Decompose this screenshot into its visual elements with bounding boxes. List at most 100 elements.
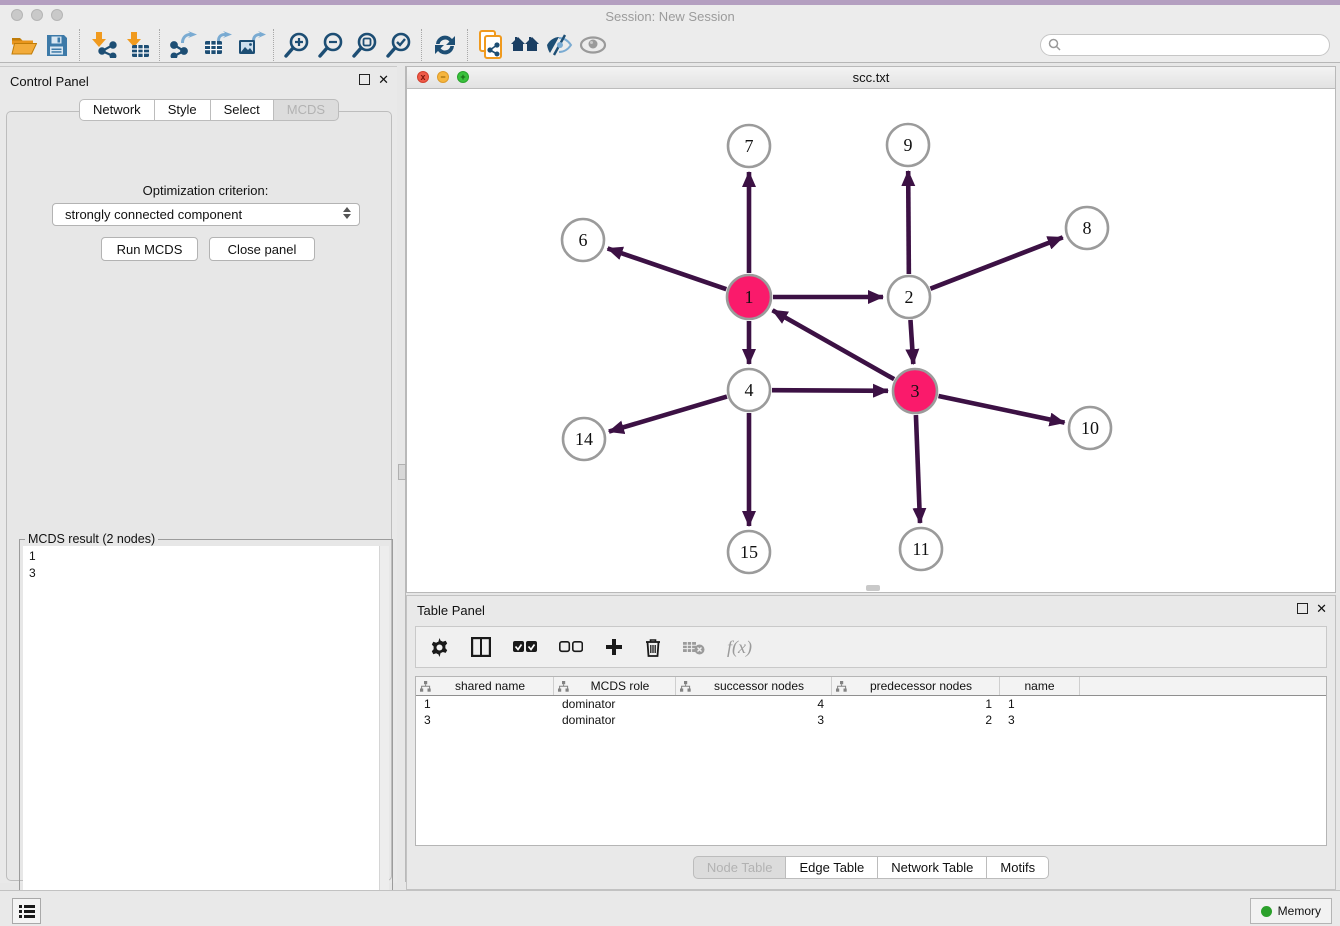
- edge-3-11[interactable]: [916, 415, 920, 523]
- unchecked-boxes-icon: [559, 641, 583, 653]
- edge-4-14[interactable]: [609, 397, 727, 432]
- panel-splitter[interactable]: [397, 66, 406, 882]
- tab-mcds[interactable]: MCDS: [274, 99, 339, 121]
- tab-motifs[interactable]: Motifs: [987, 856, 1049, 879]
- export-table-icon: [203, 31, 232, 58]
- toolbar-separator: [273, 29, 275, 61]
- graph-node-label-8: 8: [1083, 218, 1092, 238]
- zoom-out-button[interactable]: [314, 30, 348, 60]
- tab-edge-table[interactable]: Edge Table: [786, 856, 878, 879]
- delete-table-button-disabled: [683, 640, 705, 655]
- tab-node-table[interactable]: Node Table: [693, 856, 787, 879]
- tab-network[interactable]: Network: [79, 99, 155, 121]
- trash-icon: [645, 638, 661, 657]
- table-row[interactable]: 3dominator323: [416, 712, 1326, 728]
- result-scrollbar[interactable]: [379, 546, 389, 918]
- run-mcds-button[interactable]: Run MCDS: [101, 237, 198, 261]
- edge-2-3[interactable]: [910, 320, 913, 364]
- graph-node-label-2: 2: [905, 287, 914, 307]
- close-panel-button[interactable]: Close panel: [209, 237, 315, 261]
- table-cell: 3: [676, 713, 832, 727]
- table-header-row: shared nameMCDS rolesuccessor nodesprede…: [416, 677, 1326, 696]
- task-history-button[interactable]: [12, 898, 41, 924]
- edge-1-6[interactable]: [608, 248, 727, 289]
- mcds-result-text: 1 3: [29, 548, 36, 582]
- status-bar: Memory: [0, 890, 1340, 926]
- memory-status-icon: [1261, 906, 1272, 917]
- network-graph-canvas[interactable]: 7968124314101511: [407, 88, 1335, 592]
- column-type-icon: [680, 681, 691, 692]
- control-panel: Control Panel ✕ Network Style Select MCD…: [0, 66, 397, 883]
- close-panel-icon[interactable]: ✕: [1316, 604, 1327, 613]
- mcds-result-textarea[interactable]: 1 3: [23, 546, 389, 918]
- float-panel-icon[interactable]: [1297, 603, 1308, 614]
- zoom-selected-icon: [385, 31, 413, 59]
- save-session-button[interactable]: [40, 30, 74, 60]
- edge-3-1[interactable]: [772, 310, 894, 379]
- control-panel-tabs: Network Style Select MCDS: [79, 99, 339, 121]
- apply-layout-button[interactable]: [428, 30, 462, 60]
- graph-node-label-9: 9: [904, 135, 913, 155]
- toolbar-separator: [159, 29, 161, 61]
- network-hscroll-thumb[interactable]: [866, 585, 880, 591]
- zoom-selected-button[interactable]: [382, 30, 416, 60]
- export-image-button[interactable]: [234, 30, 268, 60]
- gear-icon: [430, 638, 449, 657]
- column-header-predecessor-nodes[interactable]: predecessor nodes: [832, 677, 1000, 695]
- graph-node-label-11: 11: [912, 539, 929, 559]
- graph-node-label-10: 10: [1081, 418, 1099, 438]
- import-table-button[interactable]: [120, 30, 154, 60]
- network-from-selection-button[interactable]: [474, 30, 508, 60]
- criterion-value: strongly connected component: [65, 207, 242, 222]
- home-button[interactable]: [508, 30, 542, 60]
- tab-style[interactable]: Style: [155, 99, 211, 121]
- control-panel-title: Control Panel: [10, 74, 89, 89]
- search-field[interactable]: [1040, 34, 1330, 56]
- mcds-panel-card: Network Style Select MCDS Optimization c…: [6, 111, 392, 881]
- deselect-all-button[interactable]: [559, 641, 583, 653]
- table-row[interactable]: 1dominator411: [416, 696, 1326, 712]
- edge-2-9[interactable]: [908, 171, 909, 274]
- export-network-button[interactable]: [166, 30, 200, 60]
- edge-2-8[interactable]: [930, 237, 1062, 288]
- show-graphics-details-button[interactable]: [542, 30, 576, 60]
- zoom-in-button[interactable]: [280, 30, 314, 60]
- column-header-MCDS-role[interactable]: MCDS role: [554, 677, 676, 695]
- column-header-name[interactable]: name: [1000, 677, 1080, 695]
- add-column-button[interactable]: [605, 638, 623, 656]
- export-image-icon: [237, 31, 266, 58]
- tab-network-table[interactable]: Network Table: [878, 856, 987, 879]
- node-table[interactable]: shared nameMCDS rolesuccessor nodesprede…: [415, 676, 1327, 846]
- open-session-button[interactable]: [6, 30, 40, 60]
- float-panel-icon[interactable]: [359, 74, 370, 85]
- table-cell: 3: [416, 713, 554, 727]
- memory-button[interactable]: Memory: [1250, 898, 1332, 924]
- edge-4-3[interactable]: [772, 390, 888, 391]
- export-table-button[interactable]: [200, 30, 234, 60]
- table-settings-button[interactable]: [430, 638, 449, 657]
- mcds-result-title: MCDS result (2 nodes): [25, 532, 158, 546]
- select-all-button[interactable]: [513, 641, 537, 653]
- column-view-button[interactable]: [471, 637, 491, 657]
- edge-3-10[interactable]: [938, 396, 1064, 423]
- zoom-in-icon: [283, 31, 311, 59]
- eye-button[interactable]: [576, 30, 610, 60]
- column-header-successor-nodes[interactable]: successor nodes: [676, 677, 832, 695]
- tab-select[interactable]: Select: [211, 99, 274, 121]
- column-type-icon: [836, 681, 847, 692]
- plus-icon: [605, 638, 623, 656]
- app-titlebar: Session: New Session: [0, 5, 1340, 27]
- column-type-icon: [420, 681, 431, 692]
- splitter-handle[interactable]: [398, 464, 406, 480]
- column-header-shared-name[interactable]: shared name: [416, 677, 554, 695]
- close-panel-icon[interactable]: ✕: [378, 75, 389, 84]
- clone-network-file-icon: [477, 30, 505, 59]
- import-network-button[interactable]: [86, 30, 120, 60]
- criterion-dropdown[interactable]: strongly connected component: [52, 203, 360, 226]
- zoom-fit-button[interactable]: [348, 30, 382, 60]
- search-input[interactable]: [1065, 37, 1329, 53]
- graph-node-label-3: 3: [911, 381, 920, 401]
- delete-column-button[interactable]: [645, 638, 661, 657]
- table-cell: 2: [832, 713, 1000, 727]
- columns-icon: [471, 637, 491, 657]
